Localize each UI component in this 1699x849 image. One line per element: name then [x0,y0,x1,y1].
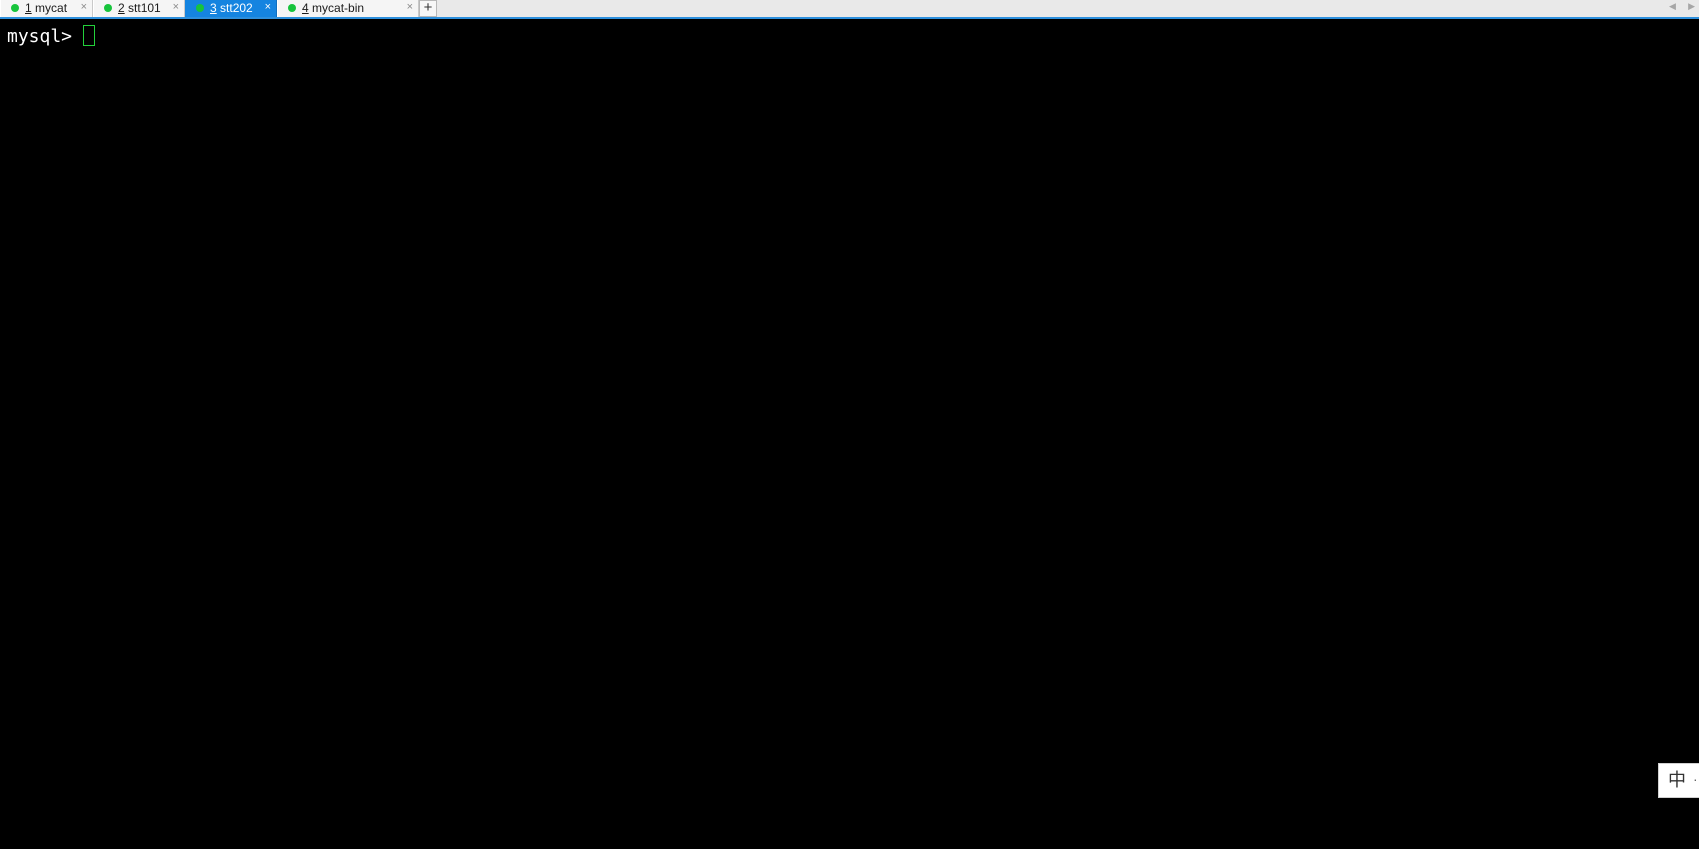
terminal-cursor [83,25,95,46]
tab-mycat-bin[interactable]: 4 mycat-bin × [277,0,419,17]
connected-status-dot-icon [11,4,19,12]
tab-stt202[interactable]: 3 stt202 × [185,0,277,17]
close-tab-icon[interactable]: × [173,0,179,15]
tab-label: 3 stt202 [210,0,253,16]
tab-label: 2 stt101 [118,0,161,16]
mysql-prompt: mysql> [7,26,83,47]
tab-title: mycat-bin [312,1,365,15]
ime-extra-icon: · [1693,771,1698,787]
scroll-right-icon[interactable]: ▶ [1688,0,1695,13]
tab-title: mycat [35,1,68,15]
connected-status-dot-icon [104,4,112,12]
tab-title: stt101 [128,1,161,15]
close-tab-icon[interactable]: × [265,0,271,15]
close-tab-icon[interactable]: × [81,0,87,15]
terminal-console[interactable]: mysql> [0,19,1699,849]
tab-title: stt202 [220,1,253,15]
tab-stt101[interactable]: 2 stt101 × [93,0,185,17]
tab-number: 4 [302,1,309,15]
terminal-app-window: 1 mycat × 2 stt101 × 3 stt202 × 4 mycat-… [0,0,1699,849]
new-tab-button[interactable]: + [419,0,437,17]
tab-number: 2 [118,1,125,15]
tab-number: 3 [210,1,217,15]
connected-status-dot-icon [288,4,296,12]
tab-label: 1 mycat [25,0,67,16]
ime-mode-label: 中 [1668,770,1686,790]
tab-label: 4 mycat-bin [302,0,364,16]
tab-mycat[interactable]: 1 mycat × [0,0,93,17]
connected-status-dot-icon [196,4,204,12]
tab-number: 1 [25,1,32,15]
scroll-left-icon[interactable]: ◀ [1669,0,1676,13]
close-tab-icon[interactable]: × [407,0,413,15]
session-tab-bar: 1 mycat × 2 stt101 × 3 stt202 × 4 mycat-… [0,0,1699,19]
ime-language-indicator[interactable]: 中 · [1658,763,1699,798]
tab-scroll-controls: ◀ ▶ [1667,0,1697,17]
